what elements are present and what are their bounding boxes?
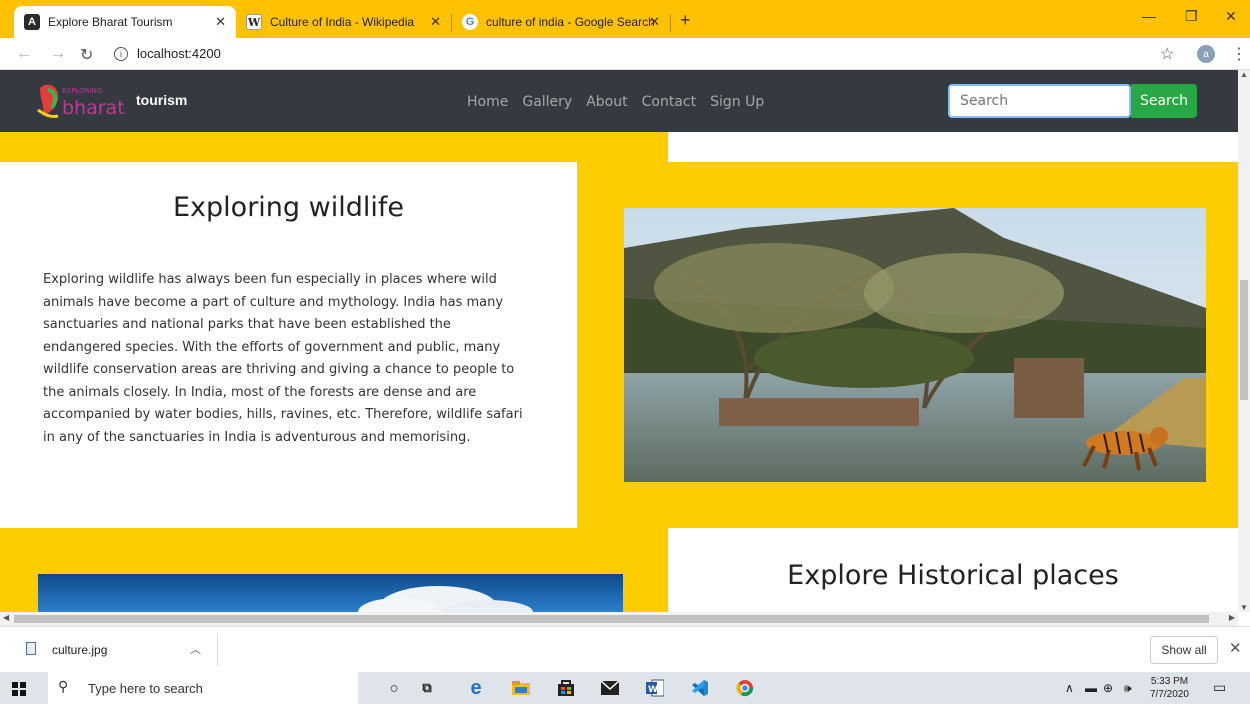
tray-chevron-up-icon[interactable]: ∧ [1065, 681, 1074, 695]
tab-close-icon[interactable]: ✕ [430, 14, 441, 30]
section-title-wildlife: Exploring wildlife [173, 192, 404, 223]
vscode-icon[interactable] [690, 678, 710, 698]
horizontal-scroll-thumb[interactable] [14, 615, 1209, 623]
image-file-icon [26, 642, 36, 655]
wikipedia-favicon-icon: W [246, 14, 262, 30]
taskbar-search-placeholder: Type here to search [88, 681, 203, 696]
windows-taskbar: ⚲ Type here to search ○ ⧉ e W ∧ ▬ ⊕ 🕪 5:… [0, 672, 1250, 704]
browser-tab-strip: A Explore Bharat Tourism ✕ W Culture of … [0, 0, 1250, 38]
taskbar-search[interactable]: ⚲ Type here to search [48, 672, 358, 704]
chrome-icon[interactable] [735, 678, 755, 698]
yellow-band [0, 132, 668, 162]
section-title-historical: Explore Historical places [787, 560, 1119, 591]
store-bag-icon[interactable] [556, 678, 576, 698]
download-divider [217, 634, 218, 666]
clock-date: 7/7/2020 [1150, 689, 1189, 700]
scroll-left-arrow-icon[interactable]: ◀ [3, 613, 9, 622]
sky-clouds-illustration [38, 574, 623, 612]
scroll-down-arrow-icon[interactable]: ▼ [1240, 603, 1248, 612]
svg-text:W: W [648, 685, 658, 695]
tab-google-search[interactable]: G culture of india - Google Search ✕ [452, 6, 670, 38]
nav-gallery[interactable]: Gallery [522, 94, 572, 110]
angular-favicon-icon: A [24, 14, 40, 30]
google-favicon-icon: G [462, 14, 478, 30]
brand-name[interactable]: tourism [136, 92, 187, 108]
window-close-icon[interactable]: ✕ [1225, 8, 1237, 25]
logo-exploring-text: EXPLORING [62, 87, 102, 95]
network-globe-icon[interactable]: ⊕ [1103, 681, 1113, 695]
site-navbar: EXPLORING bharat tourism Home Gallery Ab… [0, 70, 1238, 132]
battery-icon[interactable]: ▬ [1085, 681, 1097, 695]
parrot-logo-icon: EXPLORING bharat [37, 84, 125, 119]
tiger-lake-illustration [624, 208, 1206, 482]
vertical-scroll-thumb[interactable] [1240, 280, 1248, 400]
main-nav: Home Gallery About Contact Sign Up [467, 94, 778, 110]
bookmark-star-icon[interactable]: ☆ [1160, 44, 1174, 64]
tab-title: Culture of India - Wikipedia [270, 15, 415, 29]
tab-title: culture of india - Google Search [486, 15, 655, 29]
profile-avatar[interactable]: a [1197, 45, 1215, 63]
download-filename[interactable]: culture.jpg [52, 643, 107, 657]
windows-start-icon[interactable] [12, 682, 26, 696]
back-arrow-icon[interactable]: ← [16, 45, 32, 63]
tab-title: Explore Bharat Tourism [48, 15, 173, 29]
word-app-icon[interactable]: W [645, 678, 665, 698]
address-bar: ← → ↻ i localhost:4200 ☆ a ⋮ [0, 38, 1250, 70]
mail-envelope-icon[interactable] [600, 678, 620, 698]
reload-icon[interactable]: ↻ [80, 45, 93, 65]
nav-about[interactable]: About [586, 94, 627, 110]
site-info-icon[interactable]: i [114, 47, 128, 61]
cortana-icon[interactable]: ○ [384, 678, 404, 698]
restore-icon[interactable]: ❐ [1185, 8, 1198, 25]
wildlife-photo [624, 208, 1206, 482]
task-view-icon[interactable]: ⧉ [417, 678, 437, 698]
logo-bharat-text: bharat [62, 97, 125, 119]
download-bar: culture.jpg ︿ Show all ✕ [0, 626, 1250, 672]
scroll-right-arrow-icon[interactable]: ▶ [1229, 613, 1235, 622]
tab-wikipedia[interactable]: W Culture of India - Wikipedia ✕ [236, 6, 451, 38]
edge-browser-icon[interactable]: e [466, 677, 486, 699]
horizontal-scrollbar[interactable]: ◀ ▶ [0, 612, 1238, 626]
wildlife-description: Exploring wildlife has always been fun e… [43, 272, 523, 445]
url-text[interactable]: localhost:4200 [137, 46, 221, 61]
minimize-icon[interactable]: — [1142, 8, 1156, 24]
chevron-up-icon[interactable]: ︿ [190, 641, 201, 657]
taskbar-clock[interactable]: 5:33 PM 7/7/2020 [1150, 675, 1189, 701]
tab-close-icon[interactable]: ✕ [649, 14, 660, 30]
site-logo[interactable]: EXPLORING bharat [36, 80, 128, 120]
download-bar-close-icon[interactable]: ✕ [1229, 639, 1242, 657]
nav-sign-up[interactable]: Sign Up [710, 94, 764, 110]
tab-close-icon[interactable]: ✕ [215, 14, 226, 30]
site-search-input[interactable] [948, 84, 1131, 118]
page-viewport: Exploring wildlife Exploring wildlife ha… [0, 70, 1238, 612]
site-search-button[interactable]: Search [1131, 84, 1197, 118]
clock-time: 5:33 PM [1150, 676, 1189, 687]
volume-icon[interactable]: 🕪 [1124, 681, 1132, 696]
notification-icon[interactable]: ▭ [1213, 679, 1226, 696]
file-explorer-icon[interactable] [511, 678, 531, 698]
search-icon: ⚲ [58, 678, 69, 694]
forward-arrow-icon[interactable]: → [50, 45, 66, 63]
nav-home[interactable]: Home [467, 94, 508, 110]
scroll-up-arrow-icon[interactable]: ▲ [1240, 70, 1248, 79]
historical-photo [38, 574, 623, 612]
vertical-scrollbar[interactable]: ▲ ▼ [1238, 70, 1250, 612]
tab-explore-bharat[interactable]: A Explore Bharat Tourism ✕ [14, 6, 236, 38]
show-all-button[interactable]: Show all [1150, 636, 1218, 664]
tab-separator [670, 14, 671, 32]
browser-menu-icon[interactable]: ⋮ [1231, 44, 1247, 64]
new-tab-plus-icon[interactable]: + [680, 10, 691, 31]
nav-contact[interactable]: Contact [642, 94, 696, 110]
